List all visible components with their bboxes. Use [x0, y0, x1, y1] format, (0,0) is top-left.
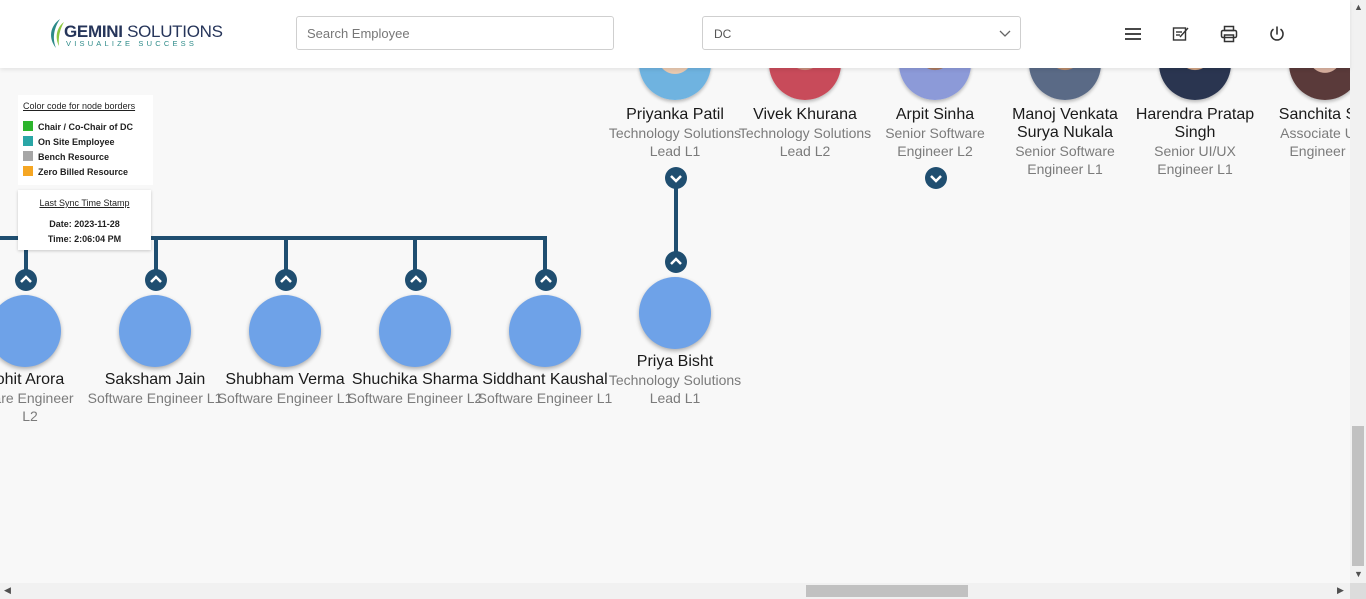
search-input[interactable] [296, 16, 614, 50]
collapse-toggle[interactable] [15, 269, 37, 291]
employee-title: Technology Solutions Lead L1 [608, 125, 742, 159]
legend-swatch [23, 151, 33, 161]
employee-node[interactable]: Arpit Sinha Senior Software Engineer L2 [865, 106, 1005, 160]
collapse-toggle[interactable] [665, 251, 687, 273]
employee-node[interactable]: Priya Bisht Technology Solutions Lead L1 [605, 353, 745, 407]
employee-title: Software Engineer L2 [347, 390, 483, 406]
dc-select[interactable]: DC [702, 16, 1021, 50]
collapse-toggle[interactable] [275, 269, 297, 291]
scrollbar-corner [1350, 583, 1366, 599]
expand-toggle[interactable] [665, 167, 687, 189]
employee-node[interactable]: Shuchika Sharma Software Engineer L2 [345, 371, 485, 407]
employee-name: ohit Arora [0, 371, 65, 388]
employee-node[interactable]: Sanchita S Associate U Engineer [1255, 106, 1350, 160]
avatar-placeholder[interactable] [249, 295, 321, 367]
vertical-scroll-thumb[interactable] [1352, 426, 1364, 566]
avatar-placeholder[interactable] [119, 295, 191, 367]
employee-title: Software Engineer L1 [87, 390, 223, 406]
avatar-placeholder[interactable] [379, 295, 451, 367]
employee-name: Shuchika Sharma [351, 371, 479, 388]
legend-swatch [23, 136, 33, 146]
employee-node[interactable]: Shubham Verma Software Engineer L1 [215, 371, 355, 407]
avatar-placeholder[interactable] [639, 277, 711, 349]
legend-swatch [23, 121, 33, 131]
org-chart-canvas[interactable]: Priyanka Patil Technology Solutions Lead… [0, 0, 1361, 583]
employee-name: Sanchita S [1278, 106, 1350, 123]
employee-node[interactable]: Saksham Jain Software Engineer L1 [85, 371, 225, 407]
legend-item: Zero Billed Resource [23, 166, 128, 177]
sync-date: Date: 2023-11-28 [49, 219, 120, 229]
employee-name: Priya Bisht [636, 353, 714, 370]
brand-tagline: VISUALIZE SUCCESS [66, 39, 198, 48]
menu-icon[interactable] [1124, 25, 1142, 43]
employee-title: vare Engineer L2 [0, 390, 74, 424]
legend-title: Color code for node borders [23, 101, 136, 111]
employee-node[interactable]: ohit Arora vare Engineer L2 [0, 371, 95, 425]
legend-swatch [23, 166, 33, 176]
employee-name: Siddhant Kaushal [482, 371, 608, 388]
chevron-up-icon [540, 275, 552, 283]
chevron-up-icon [670, 257, 682, 265]
legend-item: Bench Resource [23, 151, 109, 162]
employee-node[interactable]: Manoj Venkata Surya Nukala Senior Softwa… [995, 106, 1135, 178]
employee-node[interactable]: Harendra Pratap Singh Senior UI/UX Engin… [1125, 106, 1265, 178]
employee-name: Shubham Verma [225, 371, 345, 388]
edit-note-icon[interactable] [1172, 25, 1190, 43]
expand-toggle[interactable] [925, 167, 947, 189]
power-icon[interactable] [1268, 25, 1286, 43]
chevron-up-icon [20, 275, 32, 283]
top-header: GEMINI SOLUTIONS VISUALIZE SUCCESS DC [0, 0, 1350, 68]
employee-name: Vivek Khurana [753, 106, 857, 123]
chevron-up-icon [410, 275, 422, 283]
legend-item: On Site Employee [23, 136, 115, 147]
collapse-toggle[interactable] [145, 269, 167, 291]
employee-title: Senior Software Engineer L2 [885, 125, 985, 159]
collapse-toggle[interactable] [535, 269, 557, 291]
chevron-down-icon [999, 30, 1011, 37]
print-icon[interactable] [1220, 25, 1238, 43]
employee-title: Technology Solutions Lead L2 [738, 125, 872, 159]
employee-title: Senior Software Engineer L1 [1015, 143, 1115, 177]
employee-title: Technology Solutions Lead L1 [608, 372, 742, 406]
employee-name: Manoj Venkata Surya Nukala [1012, 106, 1118, 141]
employee-node[interactable]: Siddhant Kaushal Software Engineer L1 [475, 371, 615, 407]
horizontal-scrollbar[interactable] [0, 583, 1350, 599]
employee-name: Arpit Sinha [895, 106, 975, 123]
color-legend: Color code for node borders Chair / Co-C… [18, 95, 153, 185]
legend-item: Chair / Co-Chair of DC [23, 121, 133, 132]
scroll-down-arrow[interactable]: ▼ [1354, 569, 1363, 579]
scroll-right-arrow[interactable]: ▶ [1337, 585, 1344, 596]
employee-name: Priyanka Patil [626, 106, 724, 123]
chevron-up-icon [150, 275, 162, 283]
sync-title: Last Sync Time Stamp [39, 198, 130, 208]
avatar-placeholder[interactable] [509, 295, 581, 367]
employee-title: Senior UI/UX Engineer L1 [1154, 143, 1236, 177]
sync-timestamp-box: Last Sync Time Stamp Date: 2023-11-28 Ti… [18, 190, 151, 250]
chevron-down-icon [670, 175, 682, 183]
employee-title: Associate U Engineer [1280, 125, 1350, 159]
scroll-left-arrow[interactable]: ◀ [4, 585, 11, 596]
employee-node[interactable]: Priyanka Patil Technology Solutions Lead… [605, 106, 745, 160]
employee-name: Saksham Jain [104, 371, 206, 388]
leaf-logo-icon [51, 19, 64, 48]
brand-logo[interactable]: GEMINI SOLUTIONS VISUALIZE SUCCESS [46, 18, 223, 50]
scroll-up-arrow[interactable]: ▲ [1354, 2, 1363, 12]
collapse-toggle[interactable] [405, 269, 427, 291]
employee-title: Software Engineer L1 [477, 390, 613, 406]
employee-node[interactable]: Vivek Khurana Technology Solutions Lead … [735, 106, 875, 160]
employee-name: Harendra Pratap Singh [1135, 106, 1255, 141]
employee-title: Software Engineer L1 [217, 390, 353, 406]
chevron-up-icon [280, 275, 292, 283]
chevron-down-icon [930, 175, 942, 183]
sync-time: Time: 2:06:04 PM [47, 234, 122, 244]
dc-select-value: DC [714, 27, 732, 41]
horizontal-scroll-thumb[interactable] [806, 585, 968, 597]
